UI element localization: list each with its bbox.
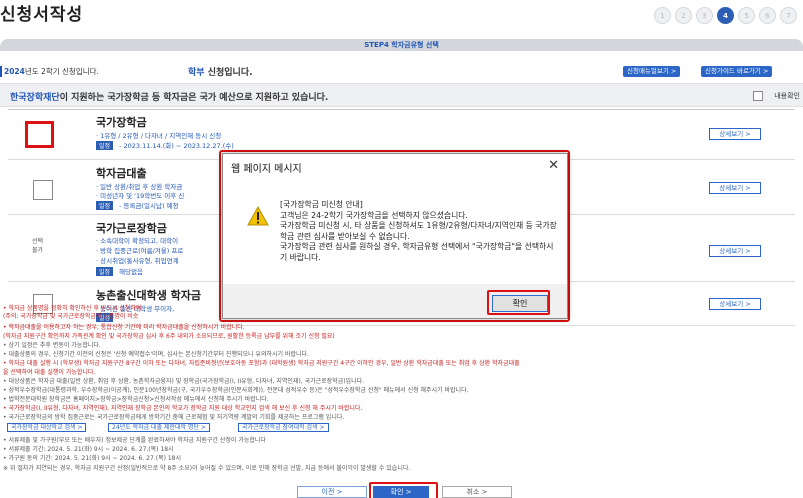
aid-schedule: 일정 - 등록금(일시납) 예정 [96, 200, 179, 210]
checkbox-cell: 선택 불가 [8, 215, 78, 281]
detail-button[interactable]: 상세보기 > [709, 182, 761, 194]
year-text: 년도 2학기 신청입니다. [24, 67, 99, 76]
schedule-tag: 일정 [96, 141, 114, 150]
dialog-title: 웹 페이지 메시지 [231, 164, 302, 175]
guide-button[interactable]: 신청가이드 바로가기 > [701, 66, 773, 77]
work-study-school-search-button[interactable]: 국가근로장학금 참여대학 검색 > [238, 423, 329, 432]
note: • 학자금대출을 이용하고자 하는 경우, 통합신청 기간에 미리 학자금대출을… [3, 324, 245, 331]
note: • 국가장학금(I, II유형, 다자녀, 지역인재), 지역인재 장학금 본인… [3, 405, 363, 412]
note: • 법학전문대학원 장학금은 홈페이지>장학금>장학금신청>신청서작성 메뉴에서… [3, 396, 269, 403]
applicant-type-info: 학부 신청입니다. [188, 65, 253, 78]
notice-bar: 한국장학재단이 지원하는 국가장학금 등 학자금은 국가 예산으로 지원하고 있… [0, 83, 803, 107]
step-title: STEP4 학자금유형 선택 [364, 41, 439, 49]
note: 을 선택하여 대출 실행이 가능합니다. [3, 369, 96, 376]
notice-org: 한국장학재단 [10, 93, 60, 103]
checkbox-cell [8, 110, 78, 159]
step-3: 3 [696, 7, 713, 24]
dialog-body: [국가장학금 미신청 안내] 고객님은 24-2학기 국가장학금을 선택하지 않… [223, 180, 567, 284]
step-indicator: 1 2 3 4 5 6 7 [654, 7, 797, 24]
note: • 성적우수장학금(대통령과학, 우수장학금(이공계), 인문100년장학금(구… [3, 387, 469, 394]
content-confirm-checkbox[interactable] [753, 91, 763, 101]
manual-button[interactable]: 신청매뉴얼보기 > [623, 66, 681, 77]
notice-text-1: 이 지원하는 [59, 93, 108, 103]
confirm-button-highlight [369, 482, 438, 498]
aid-title: 국가근로장학금 [96, 222, 167, 235]
note: • 가구원 동의 기간: 2024. 5. 21(화) 9시 ~ 2024. 6… [3, 455, 181, 462]
schedule-text: - 등록금(일시납) 예정 [117, 202, 179, 210]
national-scholarship-checkbox[interactable] [25, 121, 54, 148]
dialog-titlebar: 웹 페이지 메시지 ✕ [223, 154, 567, 180]
aid-title: 국가장학금 [96, 116, 147, 129]
loan-restricted-list-button[interactable]: 24년도 학자금 대출 제한대학 명단 > [108, 423, 210, 432]
close-icon[interactable]: ✕ [548, 158, 559, 174]
previous-button[interactable]: 이전 > [297, 486, 367, 498]
step-6: 6 [759, 7, 776, 24]
dialog-message: [국가장학금 미신청 안내] 고객님은 24-2학기 국가장학금을 선택하지 않… [280, 200, 557, 262]
aid-desc: · 소속대학이 확정되고, 대학이 [96, 237, 179, 245]
warning-icon [247, 205, 269, 228]
not-selectable-label: 선택 불가 [32, 238, 44, 254]
dialog-ok-highlight [487, 290, 550, 315]
checkbox-cell [8, 160, 78, 214]
step-7: 7 [780, 7, 797, 24]
aid-title: 농촌출신대학생 학자금 [96, 289, 202, 302]
aid-desc: · 방학 집중근로(여름/겨울) 프로 [96, 247, 184, 255]
note: • 서류제출 기간: 2024. 5. 21(화) 9시 ~ 2024. 6. … [3, 446, 174, 453]
notice-bold-1: 국가장학금 등 학자금 [107, 93, 189, 103]
note: (학자금 지원구간 확인까지 가족관계 확인 및 국가장학금 심사 후 6주 내… [3, 333, 335, 340]
notice-text-2: 은 국가 예산으로 [188, 93, 256, 103]
schedule-text: 해당없음 [117, 268, 144, 276]
year-value: 2024 [4, 67, 25, 76]
aid-schedule: 일정 해당없음 [96, 266, 143, 276]
note: • 국가근로장학금의 방학 집중근로는 국가근로장학금에게 방학기간 중에 근로… [3, 414, 345, 421]
detail-button[interactable]: 상세보기 > [709, 128, 761, 140]
note: ※ 위 절차가 지연되는 경우, 학자금 지원구간 산정(일반적으로 약 8주 … [3, 465, 411, 472]
schedule-text: - 2023.11.14.(화) ~ 2023.12.27.(수) [117, 142, 234, 150]
note: • 대상상품은 학자금 대출(일반 상환, 취업 후 상환, 농촌학자금융자) … [3, 378, 365, 385]
aid-desc: · 상시취업(통사유형, 취업연계 [96, 257, 179, 265]
scholarship-school-search-button[interactable]: 국가장학금 대상학교 검색 > [7, 423, 87, 432]
note: • 학자금 대출 실행 시 (학부생) 학자금 지원구간 8구간 이하 또는 다… [3, 360, 520, 367]
step-5: 5 [738, 7, 755, 24]
info-row: 2024년도 2학기 신청입니다. 학부 신청입니다. 신청매뉴얼보기 > 신청… [0, 63, 803, 79]
detail-button[interactable]: 상세보기 > [709, 298, 761, 310]
aid-title: 학자금대출 [96, 167, 147, 180]
applicant-type-text: 신청입니다. [204, 68, 253, 78]
page-title: 신청서작성 [0, 5, 84, 25]
step-1: 1 [654, 7, 671, 24]
step-2: 2 [675, 7, 692, 24]
year-info: 2024년도 2학기 신청입니다. [0, 66, 99, 77]
student-loan-checkbox[interactable] [33, 180, 53, 200]
note: (주의: 국가장학금 및 국가근로장학금의 상품명이 비슷 [3, 313, 139, 320]
aid-schedule: 일정 - 2023.11.14.(화) ~ 2023.12.27.(수) [96, 140, 234, 150]
aid-desc: · 1유형 / 2유형 / 다자녀 / 지역인재 동시 신청 [96, 132, 222, 140]
note: • 상기 일정은 추후 변동이 가능합니다. [3, 342, 101, 349]
notice-bold-2: 지원하고 있습니다. [255, 93, 329, 103]
cancel-button[interactable]: 취소 > [442, 486, 512, 498]
schedule-tag: 일정 [96, 201, 114, 210]
aid-desc: · 미성년자 및 '19학번도 이후 신 [96, 192, 185, 200]
applicant-type: 학부 [188, 68, 205, 78]
note: • 서류제출 및 가구원(부모 또는 배우자) 정보제공 단계를 완료하셔야 학… [3, 437, 266, 444]
note: • 대출상품의 경우, 신청기간 이전의 신청은 '신청 예약접수'이며, 심사… [3, 351, 309, 358]
detail-button[interactable]: 상세보기 > [709, 245, 761, 257]
step-4-active: 4 [717, 7, 734, 24]
notice-text: 한국장학재단이 지원하는 국가장학금 등 학자금은 국가 예산으로 지원하고 있… [10, 90, 328, 103]
schedule-tag: 일정 [96, 267, 114, 276]
content-confirm-label: 내용확인 [774, 92, 800, 100]
